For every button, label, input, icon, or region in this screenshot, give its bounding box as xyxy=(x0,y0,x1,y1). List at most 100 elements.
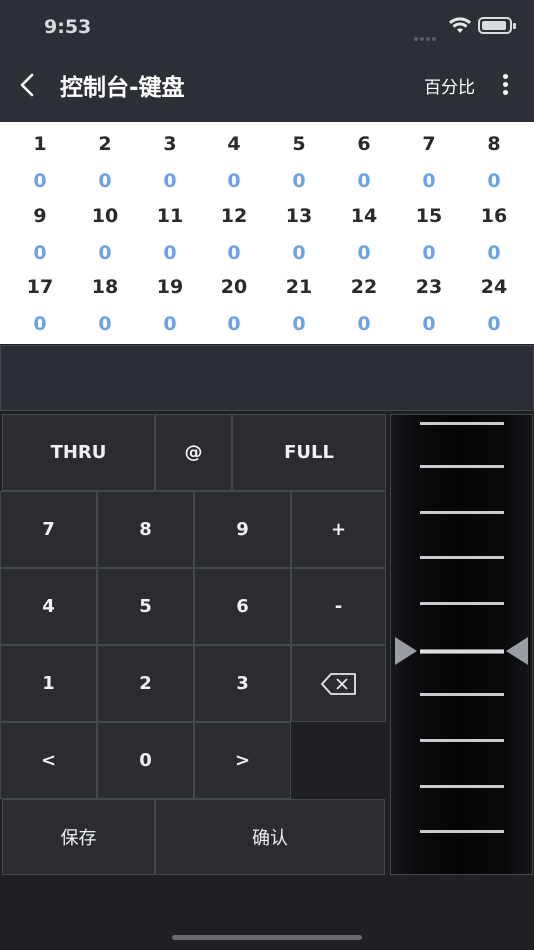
fader-tick xyxy=(420,511,504,514)
battery-icon xyxy=(478,17,516,34)
key-3[interactable]: 3 xyxy=(194,645,291,722)
channel-cell[interactable]: 21 0 xyxy=(266,270,332,342)
back-arrow-icon[interactable] xyxy=(14,70,44,100)
channel-number: 5 xyxy=(292,133,306,155)
channel-value: 0 xyxy=(422,313,436,335)
fader-tick xyxy=(420,556,504,559)
fader-handle[interactable] xyxy=(420,649,504,654)
channel-value: 0 xyxy=(487,313,501,335)
channel-number: 4 xyxy=(227,133,241,155)
channel-cell[interactable]: 70 xyxy=(396,127,462,199)
channel-value: 0 xyxy=(357,242,371,264)
key-4[interactable]: 4 xyxy=(0,568,97,645)
channel-cell[interactable]: 18 0 xyxy=(72,270,138,342)
channel-cell[interactable]: 16 0 xyxy=(461,199,527,271)
channel-number: 12 xyxy=(220,205,248,227)
channel-number: 13 xyxy=(285,205,313,227)
channel-cell[interactable]: 12 0 xyxy=(201,199,267,271)
channel-cell[interactable]: 30 xyxy=(137,127,203,199)
channel-value: 0 xyxy=(163,170,177,192)
channel-number: 14 xyxy=(350,205,378,227)
key-1[interactable]: 1 xyxy=(0,645,97,722)
channel-value: 0 xyxy=(98,242,112,264)
backspace-button[interactable] xyxy=(291,645,386,722)
key-0[interactable]: 0 xyxy=(97,722,194,799)
channel-cell[interactable]: 17 0 xyxy=(7,270,73,342)
channel-cell[interactable]: 10 xyxy=(7,127,73,199)
level-fader[interactable] xyxy=(390,414,533,875)
fader-tick xyxy=(420,422,504,425)
page-title: 控制台-键盘 xyxy=(60,75,185,101)
channel-cell[interactable]: 80 xyxy=(461,127,527,199)
channel-value: 0 xyxy=(292,313,306,335)
channel-number: 20 xyxy=(220,276,248,298)
channel-value: 0 xyxy=(292,170,306,192)
channel-number: 15 xyxy=(415,205,443,227)
channel-cell[interactable]: 24 0 xyxy=(461,270,527,342)
channel-number: 11 xyxy=(156,205,184,227)
channel-value: 0 xyxy=(227,313,241,335)
less-than-button[interactable]: < xyxy=(0,722,97,799)
channel-number: 2 xyxy=(98,133,112,155)
channel-cell[interactable]: 19 0 xyxy=(137,270,203,342)
greater-than-button[interactable]: > xyxy=(194,722,291,799)
channel-value: 0 xyxy=(227,170,241,192)
status-time: 9:53 xyxy=(44,16,92,38)
fader-tick xyxy=(420,785,504,788)
channel-number: 22 xyxy=(350,276,378,298)
fader-tick xyxy=(420,739,504,742)
wifi-icon xyxy=(449,17,471,33)
key-6[interactable]: 6 xyxy=(194,568,291,645)
channel-number: 23 xyxy=(415,276,443,298)
channel-number: 8 xyxy=(487,133,501,155)
channel-cell[interactable]: 40 xyxy=(201,127,267,199)
channel-cell[interactable]: 22 0 xyxy=(331,270,397,342)
channel-value: 0 xyxy=(163,242,177,264)
percent-mode-button[interactable]: 百分比 xyxy=(424,73,475,98)
channel-number: 19 xyxy=(156,276,184,298)
save-button[interactable]: 保存 xyxy=(2,799,155,875)
key-7[interactable]: 7 xyxy=(0,491,97,568)
key-2[interactable]: 2 xyxy=(97,645,194,722)
fader-tick xyxy=(420,602,504,605)
fader-tick xyxy=(420,465,504,468)
channel-cell[interactable]: 23 0 xyxy=(396,270,462,342)
channel-value: 0 xyxy=(98,170,112,192)
channel-value: 0 xyxy=(422,170,436,192)
full-button[interactable]: FULL xyxy=(232,414,386,491)
channel-number: 9 xyxy=(33,205,47,227)
signal-icon xyxy=(414,26,442,41)
more-menu-icon[interactable] xyxy=(498,72,514,98)
channel-cell[interactable]: 11 0 xyxy=(137,199,203,271)
confirm-button[interactable]: 确认 xyxy=(155,799,385,875)
channel-cell[interactable]: 10 0 xyxy=(72,199,138,271)
channel-cell[interactable]: 60 xyxy=(331,127,397,199)
channel-cell[interactable]: 15 0 xyxy=(396,199,462,271)
backspace-icon xyxy=(320,672,356,695)
channel-number: 24 xyxy=(480,276,508,298)
channel-value: 0 xyxy=(357,313,371,335)
minus-button[interactable]: - xyxy=(291,568,386,645)
key-5[interactable]: 5 xyxy=(97,568,194,645)
command-line-display xyxy=(0,345,534,411)
channel-cell[interactable]: 20 0 xyxy=(201,270,267,342)
fader-left-arrow-icon xyxy=(395,637,417,665)
channel-value: 0 xyxy=(98,313,112,335)
channel-value: 0 xyxy=(357,170,371,192)
thru-button[interactable]: THRU xyxy=(2,414,155,491)
key-8[interactable]: 8 xyxy=(97,491,194,568)
channel-cell[interactable]: 13 0 xyxy=(266,199,332,271)
top-bar: 9:53 控制台-键盘 百分比 xyxy=(0,0,534,122)
channel-cell[interactable]: 90 xyxy=(7,199,73,271)
channel-cell[interactable]: 20 xyxy=(72,127,138,199)
key-9[interactable]: 9 xyxy=(194,491,291,568)
channel-value: 0 xyxy=(163,313,177,335)
channel-number: 18 xyxy=(91,276,119,298)
plus-button[interactable]: + xyxy=(291,491,386,568)
channel-number: 1 xyxy=(33,133,47,155)
channel-value: 0 xyxy=(33,313,47,335)
channel-cell[interactable]: 50 xyxy=(266,127,332,199)
channel-cell[interactable]: 14 0 xyxy=(331,199,397,271)
channel-number: 17 xyxy=(26,276,54,298)
at-button[interactable]: @ xyxy=(155,414,232,491)
